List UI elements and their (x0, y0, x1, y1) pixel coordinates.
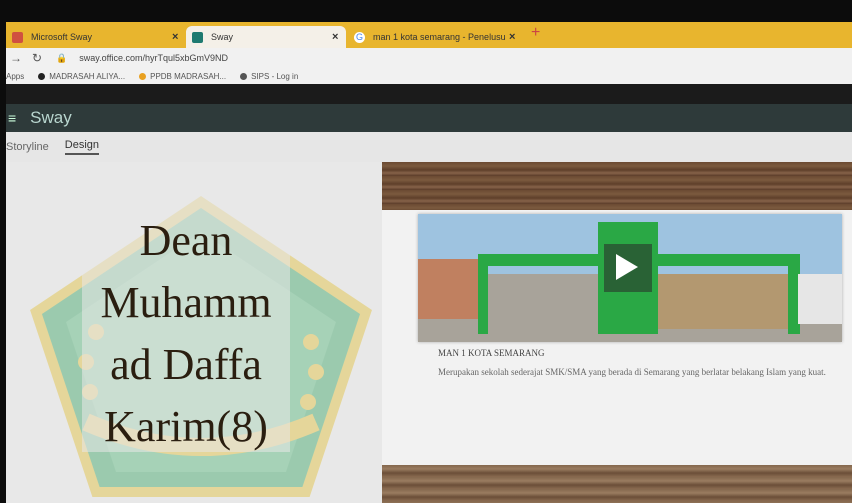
url-field[interactable]: sway.office.com/hyrTqul5xbGmV9ND (79, 53, 228, 63)
forward-arrow-icon[interactable]: → (10, 51, 22, 65)
title-line: Karim(8) (104, 402, 268, 451)
tab-microsoft-sway[interactable]: Microsoft Sway × (6, 26, 186, 48)
tab-label: Sway (211, 32, 234, 42)
bookmark-label: Apps (6, 71, 25, 81)
close-tab-icon[interactable]: × (172, 31, 186, 43)
play-icon (616, 254, 638, 280)
browser-tab-strip: Microsoft Sway × Sway × G man 1 kota sem… (6, 22, 852, 48)
tab-design[interactable]: Design (64, 139, 100, 155)
tab-sway[interactable]: Sway × (186, 26, 346, 48)
sway-nav-tabs: Storyline Design (6, 132, 852, 162)
lock-icon: 🔒 (56, 52, 68, 63)
app-name: Sway (30, 108, 72, 127)
bookmark-label: PPDB MADRASAH... (150, 71, 227, 81)
caption-title: MAN 1 KOTA SEMARANG (438, 348, 545, 358)
close-tab-icon[interactable]: × (332, 31, 346, 43)
tab-google-search[interactable]: G man 1 kota semarang - Penelusu × (348, 26, 523, 48)
title-pane: Dean Muhamm ad Daffa Karim(8) (6, 162, 382, 503)
bookmark-apps[interactable]: Apps (6, 72, 24, 81)
bookmark-label: MADRASAH ALIYA... (49, 71, 126, 81)
title-line: Muhamm (100, 278, 272, 327)
tab-label: man 1 kota semarang - Penelusu (373, 32, 506, 42)
bookmark-ppdb[interactable]: PPDB MADRASAH... (139, 72, 226, 81)
content-pane: MAN 1 KOTA SEMARANG Merupakan sekolah se… (382, 162, 852, 503)
sway-favicon-icon (192, 31, 203, 43)
title-line: Dean (139, 216, 233, 265)
address-bar: → ↻ 🔒 sway.office.com/hyrTqul5xbGmV9ND (6, 48, 852, 68)
bookmarks-bar: Apps MADRASAH ALIYA... PPDB MADRASAH... … (6, 68, 852, 84)
video-card[interactable] (418, 214, 842, 342)
reload-icon[interactable]: ↻ (32, 51, 42, 65)
bookmark-sips[interactable]: SIPS - Log in (240, 72, 298, 81)
new-tab-button[interactable]: + (531, 24, 540, 42)
wood-banner (382, 162, 852, 210)
tab-label: Microsoft Sway (31, 32, 93, 42)
page-title[interactable]: Dean Muhamm ad Daffa Karim(8) (66, 210, 306, 458)
sway-favicon-icon (12, 31, 23, 43)
tab-storyline[interactable]: Storyline (6, 141, 49, 153)
title-line: ad Daffa (110, 340, 262, 389)
bookmark-label: SIPS - Log in (251, 71, 299, 81)
globe-icon (240, 72, 248, 80)
wood-footer (382, 465, 852, 503)
sway-app-bar: ≡ Sway (6, 104, 852, 132)
screen: Microsoft Sway × Sway × G man 1 kota sem… (6, 22, 852, 503)
menu-icon[interactable]: ≡ (8, 110, 16, 126)
caption-body: Merupakan sekolah sederajat SMK/SMA yang… (438, 367, 826, 377)
ppdb-icon (139, 72, 147, 80)
dark-stripe (6, 84, 852, 104)
bookmark-madrasah-aliya[interactable]: MADRASAH ALIYA... (38, 72, 125, 81)
caption: MAN 1 KOTA SEMARANG Merupakan sekolah se… (418, 348, 838, 418)
school-icon (38, 72, 46, 80)
google-icon: G (354, 31, 365, 43)
close-tab-icon[interactable]: × (509, 31, 523, 43)
